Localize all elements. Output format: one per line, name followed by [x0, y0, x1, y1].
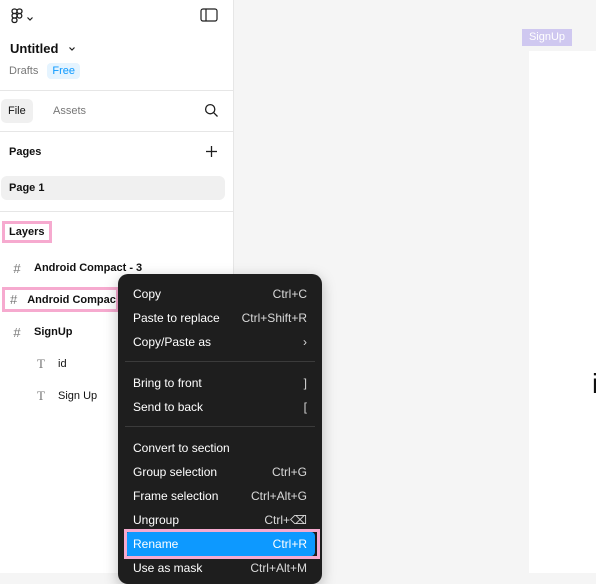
canvas-text[interactable]: i	[592, 370, 596, 398]
main-menu-button[interactable]	[10, 8, 34, 29]
canvas-frame[interactable]	[529, 51, 596, 573]
menu-divider	[125, 426, 315, 427]
chevron-down-icon	[26, 10, 34, 28]
menu-item-copy[interactable]: Copy Ctrl+C	[125, 282, 315, 306]
menu-item-paste-to-replace[interactable]: Paste to replace Ctrl+Shift+R	[125, 306, 315, 330]
menu-item-use-as-mask[interactable]: Use as mask Ctrl+Alt+M	[125, 556, 315, 580]
layer-label: id	[58, 358, 67, 370]
plan-badge: Free	[47, 63, 80, 79]
menu-item-send-to-back[interactable]: Send to back [	[125, 395, 315, 419]
menu-item-shortcut: Ctrl+Shift+R	[241, 311, 307, 325]
layers-title: Layers	[2, 221, 52, 243]
search-icon[interactable]	[204, 103, 219, 123]
menu-item-group-selection[interactable]: Group selection Ctrl+G	[125, 460, 315, 484]
menu-item-shortcut: Ctrl+C	[272, 287, 307, 301]
menu-item-shortcut: Ctrl+Alt+G	[250, 489, 307, 503]
file-name: Untitled	[10, 41, 59, 56]
frame-icon: #	[13, 260, 21, 276]
layer-row[interactable]: T Sign Up	[34, 386, 97, 406]
submenu-chevron-icon: ›	[303, 335, 307, 349]
layer-label: SignUp	[34, 326, 73, 338]
text-icon: T	[37, 388, 45, 403]
chevron-down-icon	[68, 41, 76, 56]
menu-item-label: Group selection	[133, 465, 218, 479]
pages-title: Pages	[9, 146, 42, 158]
menu-item-copy-paste-as[interactable]: Copy/Paste as ›	[125, 330, 315, 354]
toggle-sidebar-icon[interactable]	[200, 8, 218, 27]
layer-label: Sign Up	[58, 390, 98, 402]
frame-icon: #	[10, 292, 18, 307]
menu-item-label: Copy	[133, 287, 162, 301]
add-page-icon[interactable]	[205, 145, 218, 163]
divider	[0, 211, 233, 212]
menu-item-label: Convert to section	[133, 441, 230, 455]
rename-highlight-outline	[124, 529, 320, 559]
layer-label: Android Compact	[27, 293, 119, 306]
menu-item-label: Paste to replace	[133, 311, 220, 325]
figma-logo-icon	[10, 8, 24, 29]
menu-item-shortcut: Ctrl+⌫	[264, 513, 307, 527]
menu-item-label: Ungroup	[133, 513, 180, 527]
menu-divider	[125, 361, 315, 362]
menu-item-convert-to-section[interactable]: Convert to section	[125, 436, 315, 460]
menu-item-label: Bring to front	[133, 376, 202, 390]
page-item[interactable]: Page 1	[1, 176, 225, 200]
frame-icon: #	[13, 324, 21, 340]
layer-label: Android Compact - 3	[34, 262, 143, 274]
frame-label[interactable]: SignUp	[522, 29, 572, 46]
menu-item-label: Frame selection	[133, 489, 219, 503]
file-title[interactable]: Untitled	[10, 41, 76, 56]
tab-assets[interactable]: Assets	[46, 99, 93, 123]
menu-item-label: Copy/Paste as	[133, 335, 212, 349]
menu-item-frame-selection[interactable]: Frame selection Ctrl+Alt+G	[125, 484, 315, 508]
menu-item-label: Send to back	[133, 400, 204, 414]
file-location[interactable]: Drafts	[9, 65, 38, 77]
text-icon: T	[37, 356, 45, 371]
layer-row[interactable]: # SignUp	[10, 322, 73, 342]
menu-item-shortcut: ]	[303, 376, 307, 390]
divider	[0, 90, 233, 91]
menu-item-shortcut: Ctrl+G	[271, 465, 307, 479]
divider	[0, 131, 233, 132]
file-meta: Drafts Free	[9, 63, 80, 79]
menu-item-bring-to-front[interactable]: Bring to front ]	[125, 371, 315, 395]
layer-row-selected[interactable]: # Android Compact	[2, 287, 119, 312]
layer-row[interactable]: T id	[34, 354, 67, 374]
tab-file[interactable]: File	[1, 99, 33, 123]
menu-item-shortcut: [	[303, 400, 307, 414]
